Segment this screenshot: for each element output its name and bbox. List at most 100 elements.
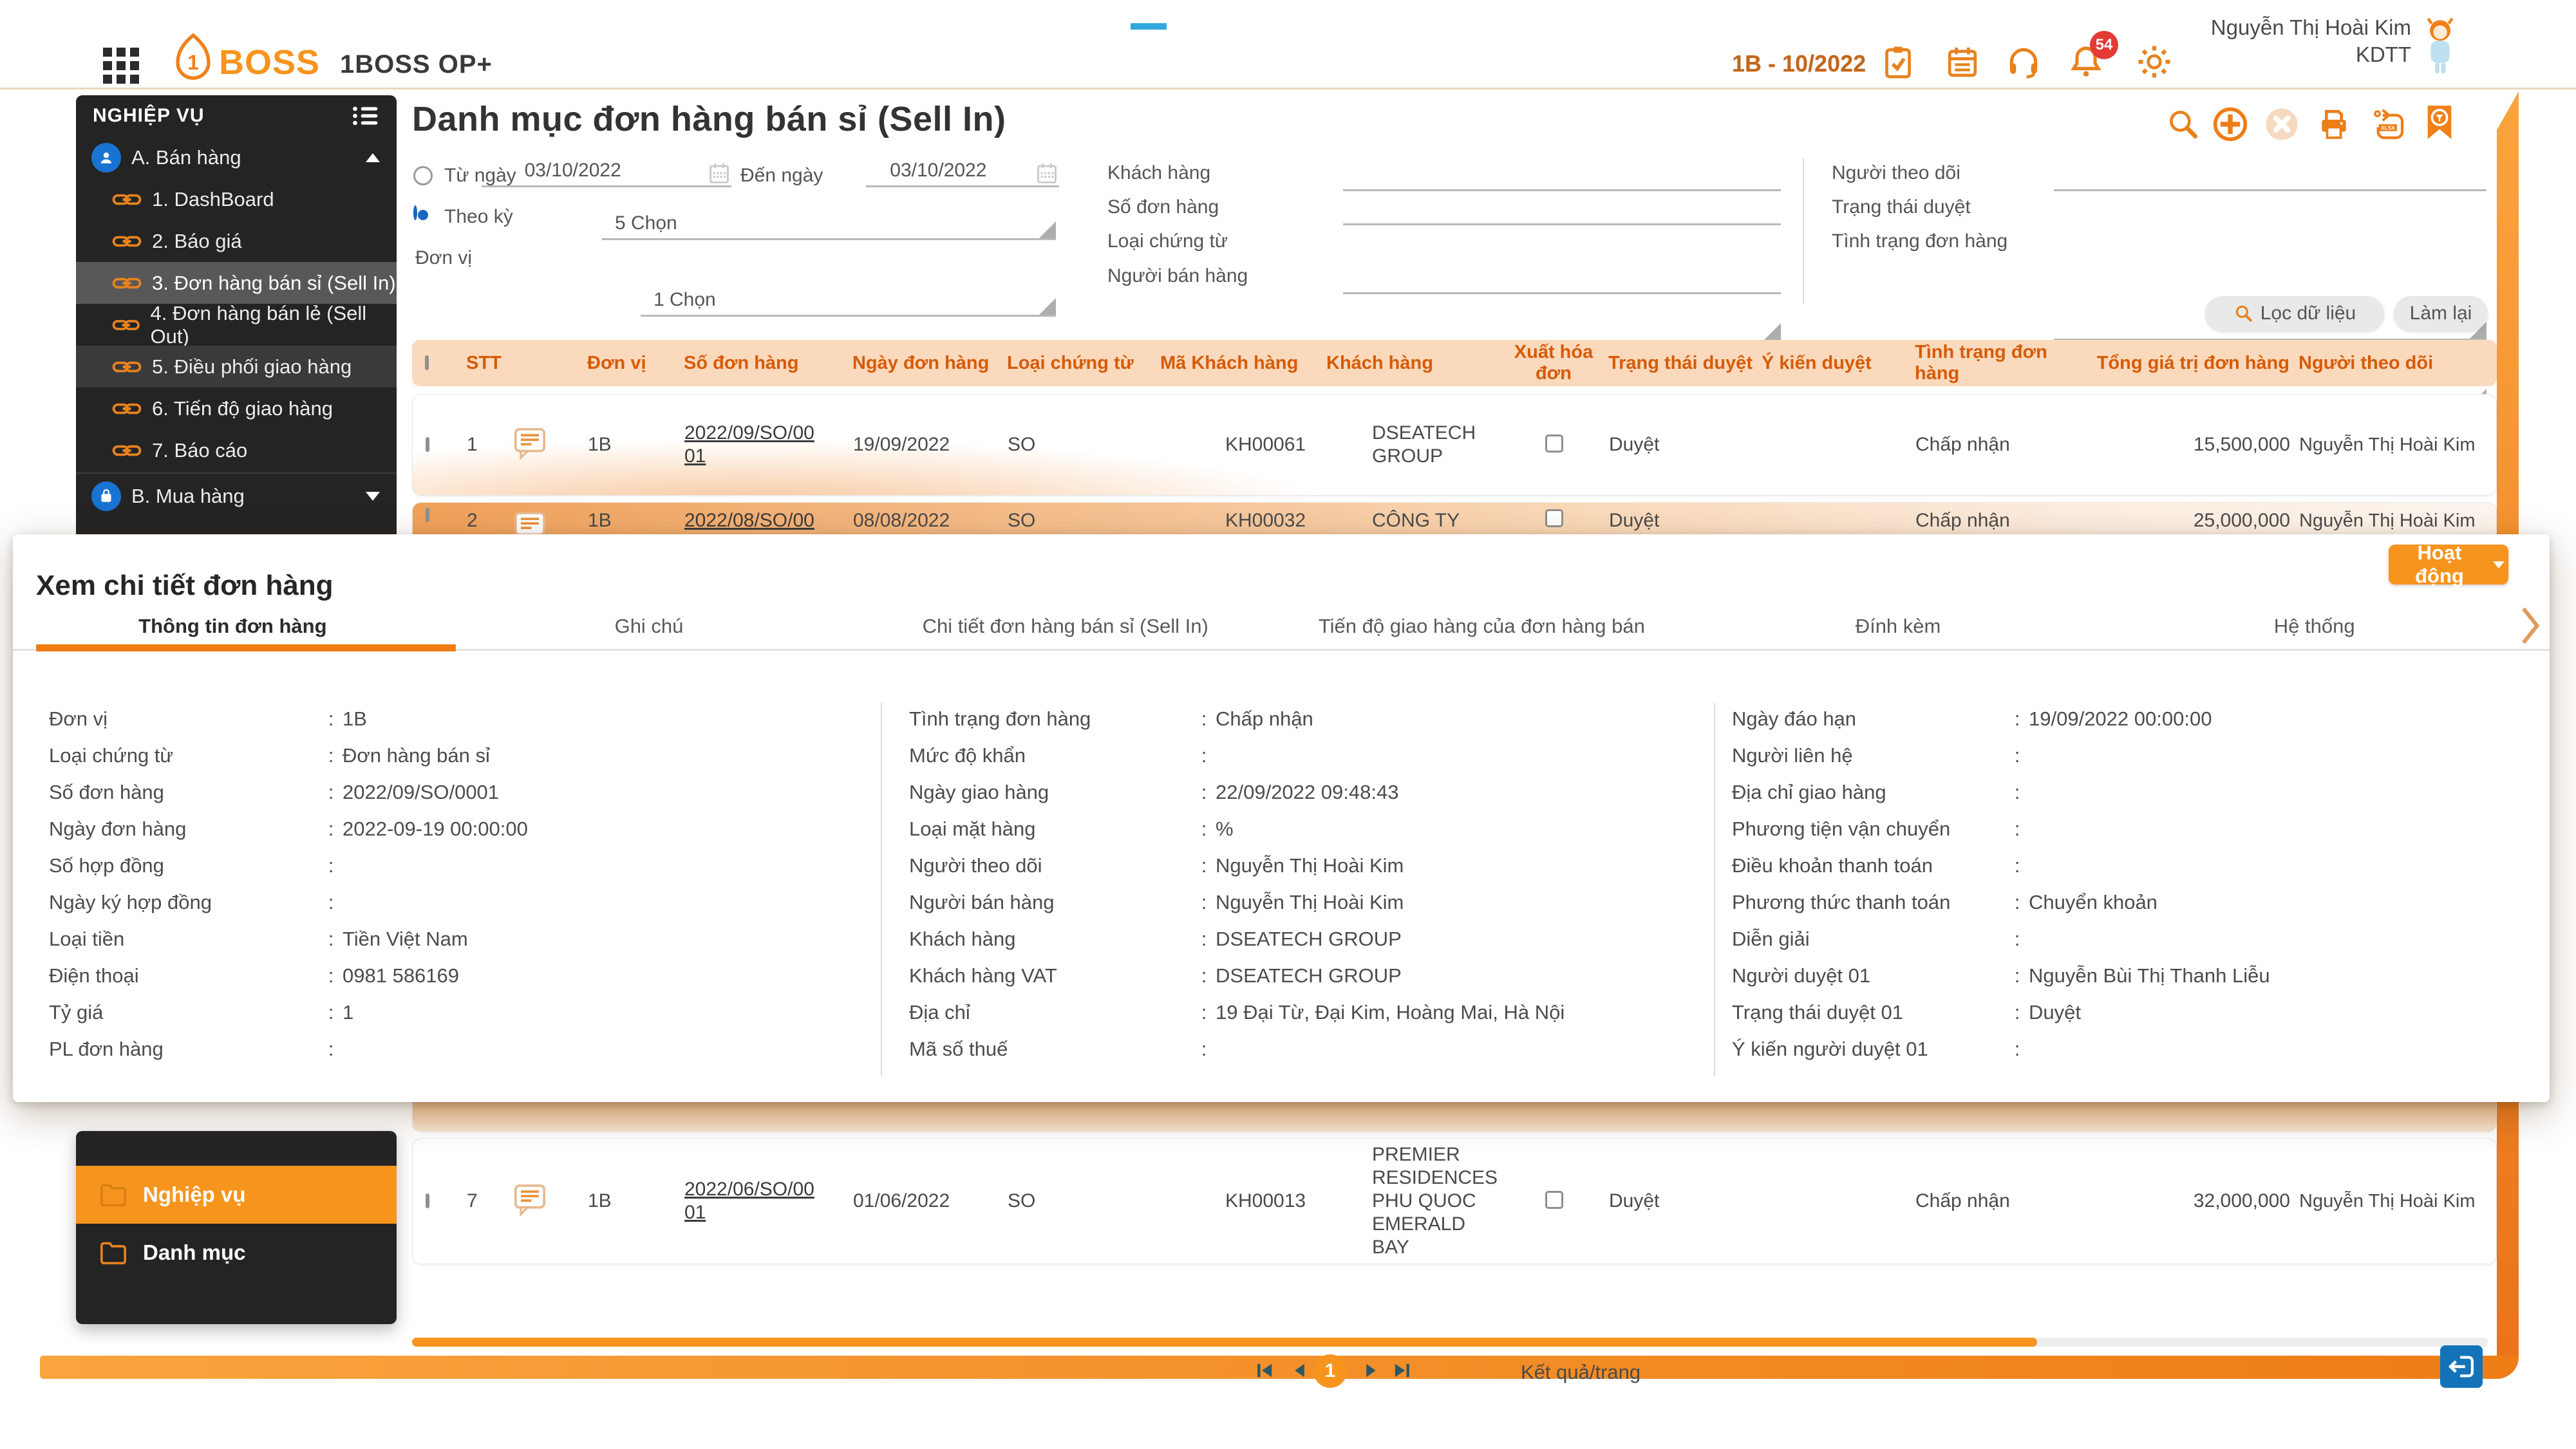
calendar-icon[interactable] <box>1944 44 1980 80</box>
period-select[interactable]: 5 Chọn <box>602 205 1056 240</box>
tab-attachments[interactable]: Đính kèm <box>1690 615 2107 638</box>
tabs-next-chevron-icon[interactable] <box>2517 606 2543 645</box>
col-order-date[interactable]: Ngày đơn hàng <box>852 353 1007 374</box>
first-page-icon[interactable] <box>1254 1360 1276 1381</box>
tab-order-detail[interactable]: Chi tiết đơn hàng bán sỉ (Sell In) <box>857 615 1274 638</box>
from-date-radio[interactable] <box>413 166 433 185</box>
to-date-label: Đến ngày <box>740 165 823 187</box>
col-total[interactable]: Tổng giá trị đơn hàng <box>2092 353 2289 374</box>
field-label: Mức độ khẩn <box>909 744 1192 767</box>
field-label: Ngày đáo hạn <box>1732 707 2006 731</box>
link-icon <box>112 275 142 292</box>
filter-bookmark-icon[interactable] <box>2421 104 2458 140</box>
order-no-filter-input[interactable] <box>1343 192 1781 225</box>
cancel-icon[interactable] <box>2264 106 2300 142</box>
calendar-picker-icon[interactable] <box>707 161 731 185</box>
tab-delivery-progress[interactable]: Tiến độ giao hàng của đơn hàng bán <box>1274 615 1690 638</box>
add-icon[interactable] <box>2212 106 2248 142</box>
period-label[interactable]: 1B - 10/2022 <box>1732 50 1866 77</box>
period-radio[interactable] <box>413 205 417 220</box>
order-number-link[interactable]: 2022/06/SO/0001 <box>684 1178 816 1224</box>
sidebar-item-reports[interactable]: 7. Báo cáo <box>76 429 397 471</box>
unit-label: Đơn vị <box>415 247 472 269</box>
user-name[interactable]: Nguyễn Thị Hoài Kim <box>2189 15 2411 40</box>
actions-button[interactable]: Hoạt động <box>2389 545 2508 584</box>
to-date-field[interactable]: 03/10/2022 <box>866 152 1059 187</box>
table-row[interactable]: 7 1B 2022/06/SO/0001 01/06/2022 SO KH000… <box>412 1138 2497 1264</box>
doc-type-filter-select[interactable] <box>1343 309 1781 342</box>
expand-caret-icon[interactable] <box>366 492 380 501</box>
col-unit[interactable]: Đơn vị <box>587 353 684 374</box>
sidebar-item-sell-out[interactable]: 4. Đơn hàng bán lẻ (Sell Out) <box>76 304 397 346</box>
row-checkbox[interactable] <box>426 1193 429 1208</box>
svg-text:XLSX: XLSX <box>2381 125 2395 131</box>
switcher-item-nghiep-vu[interactable]: Nghiệp vụ <box>76 1166 397 1224</box>
print-icon[interactable] <box>2316 106 2352 142</box>
sidebar-item-dashboard[interactable]: 1. DashBoard <box>76 178 397 220</box>
exit-back-button[interactable] <box>2440 1345 2483 1388</box>
invoice-checkbox[interactable] <box>1545 509 1563 527</box>
list-menu-icon[interactable] <box>352 105 380 127</box>
col-order-no[interactable]: Số đơn hàng <box>684 353 852 374</box>
user-avatar[interactable] <box>2420 17 2461 79</box>
col-approve[interactable]: Trạng thái duyệt <box>1608 353 1762 374</box>
select-all-checkbox[interactable] <box>425 355 429 370</box>
follower-filter-input[interactable] <box>2054 158 2487 191</box>
last-page-icon[interactable] <box>1391 1360 1413 1381</box>
tab-system[interactable]: Hệ thống <box>2106 615 2523 638</box>
field-label: Địa chỉ <box>909 1001 1192 1024</box>
search-icon[interactable] <box>2165 106 2201 142</box>
tab-order-info[interactable]: Thông tin đơn hàng <box>24 615 441 638</box>
current-page-button[interactable]: 1 <box>1313 1354 1347 1388</box>
invoice-checkbox[interactable] <box>1545 1191 1563 1209</box>
modal-column-3: Ngày đáo hạn:19/09/2022 00:00:00 Người l… <box>1732 700 2541 1067</box>
field-row: Người theo dõi:Nguyễn Thị Hoài Kim <box>909 847 1701 884</box>
app-grid-icon[interactable] <box>103 48 139 84</box>
reset-button[interactable]: Làm lại <box>2394 296 2488 331</box>
sidebar-item-sell-in[interactable]: 3. Đơn hàng bán sỉ (Sell In) <box>76 262 397 304</box>
col-customer-code[interactable]: Mã Khách hàng <box>1160 353 1326 374</box>
field-value: Nguyễn Thị Hoài Kim <box>1216 891 1404 914</box>
settings-gear-icon[interactable] <box>2136 44 2172 80</box>
filter-data-button[interactable]: Lọc dữ liệu <box>2205 296 2384 331</box>
sidebar-item-delivery-progress[interactable]: 6. Tiến độ giao hàng <box>76 388 397 429</box>
seller-filter-input[interactable] <box>1343 261 1781 294</box>
field-label: Phương tiện vận chuyển <box>1732 818 2006 841</box>
unit-select[interactable]: 1 Chọn <box>641 281 1056 317</box>
note-comment-icon[interactable] <box>512 1182 548 1218</box>
order-number-link[interactable]: 2022/09/SO/0001 <box>684 422 816 468</box>
col-doc-type[interactable]: Loại chứng từ <box>1007 353 1160 374</box>
col-stt[interactable]: STT <box>466 353 511 374</box>
support-headset-icon[interactable] <box>2006 44 2042 80</box>
field-label: Người duyệt 01 <box>1732 964 2006 987</box>
sidebar-item-delivery-dispatch[interactable]: 5. Điều phối giao hàng <box>76 346 397 388</box>
customer-filter-input[interactable] <box>1343 158 1781 191</box>
next-page-icon[interactable] <box>1360 1360 1382 1381</box>
from-date-field[interactable]: 03/10/2022 <box>482 152 731 187</box>
calendar-picker-icon[interactable] <box>1035 161 1059 185</box>
colon: : <box>319 928 343 951</box>
collapse-caret-icon[interactable] <box>366 153 380 162</box>
col-customer[interactable]: Khách hàng <box>1326 353 1499 374</box>
hscroll-thumb[interactable] <box>412 1338 2037 1347</box>
col-opinion[interactable]: Ý kiến duyệt <box>1762 353 1915 374</box>
prev-page-icon[interactable] <box>1289 1360 1311 1381</box>
sidebar-item-quotes[interactable]: 2. Báo giá <box>76 220 397 262</box>
switcher-item-label: Danh mục <box>143 1240 246 1265</box>
switcher-item-danh-muc[interactable]: Danh mục <box>76 1224 397 1282</box>
colon: : <box>1192 818 1216 841</box>
col-status[interactable]: Tình trạng đơn hàng <box>1915 342 2092 384</box>
sidebar-group-sales[interactable]: A. Bán hàng <box>76 136 397 178</box>
col-invoice[interactable]: Xuất hóa đơn <box>1499 342 1608 384</box>
tab-notes[interactable]: Ghi chú <box>441 615 858 638</box>
col-follower[interactable]: Người theo dõi <box>2289 353 2450 374</box>
row-checkbox[interactable] <box>426 437 429 452</box>
table-row[interactable]: 1 1B 2022/09/SO/0001 19/09/2022 SO KH000… <box>412 394 2497 496</box>
row-checkbox[interactable] <box>426 507 429 522</box>
sidebar-item-label: 2. Báo giá <box>152 230 242 253</box>
note-comment-icon[interactable] <box>512 425 548 462</box>
invoice-checkbox[interactable] <box>1545 435 1563 453</box>
tasks-icon[interactable] <box>1880 44 1916 80</box>
export-xlsx-icon[interactable]: XLSX <box>2371 106 2407 142</box>
sidebar-group-purchasing[interactable]: B. Mua hàng <box>76 475 397 517</box>
